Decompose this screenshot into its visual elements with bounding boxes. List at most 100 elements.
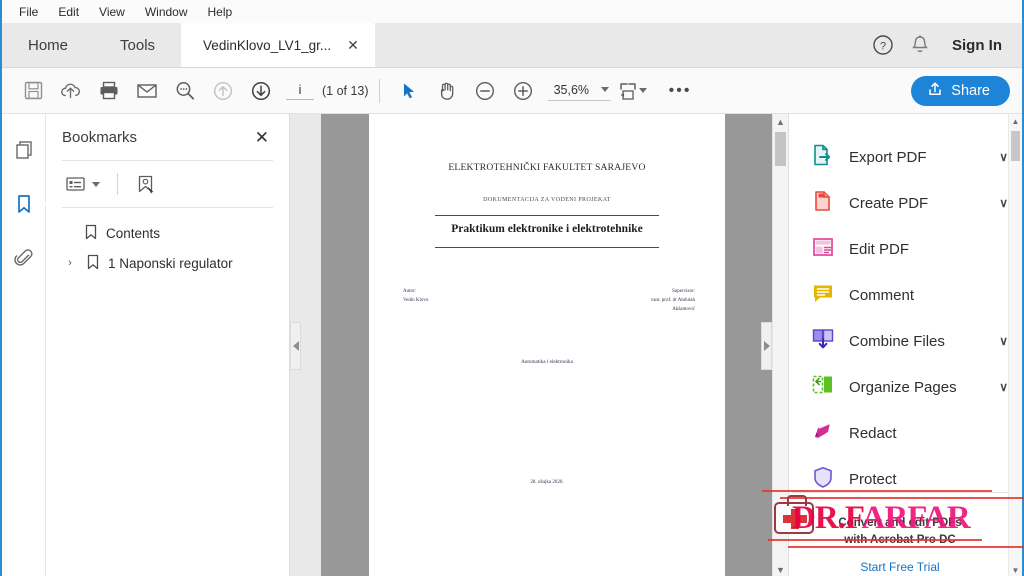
tool-redact[interactable]: Redact — [789, 410, 1022, 456]
bookmark-label: Contents — [106, 225, 161, 241]
doc-supervisor-label: Supervisor: — [671, 289, 695, 294]
doc-credits: Autor: Vedin Klovo Supervisor: vanr. pro… — [403, 288, 695, 314]
scrollbar-thumb[interactable] — [775, 132, 786, 166]
page-canvas: ELEKTROTEHNIČKI FAKULTET SARAJEVO DOKUME… — [321, 114, 772, 576]
tool-create-pdf[interactable]: Create PDF ∨ — [789, 180, 1022, 226]
create-pdf-icon — [811, 189, 835, 218]
scroll-up-icon[interactable]: ▲ — [1009, 114, 1022, 129]
next-page-icon[interactable] — [242, 74, 280, 108]
bell-icon[interactable] — [910, 34, 930, 56]
collapse-left-panel-button[interactable] — [290, 322, 301, 370]
promo-banner: Convert and edit PDFs with Acrobat Pro D… — [792, 492, 1008, 574]
edit-pdf-icon — [811, 235, 835, 264]
share-button[interactable]: Share — [911, 75, 1010, 106]
search-icon[interactable] — [166, 74, 204, 108]
tool-organize-pages[interactable]: Organize Pages ∨ — [789, 364, 1022, 410]
chevron-down-icon[interactable]: ∨ — [999, 150, 1008, 164]
select-tool-icon[interactable] — [390, 74, 428, 108]
new-bookmark-icon[interactable] — [132, 171, 160, 197]
zoom-out-icon[interactable] — [466, 74, 504, 108]
start-free-trial-link[interactable]: Start Free Trial — [792, 560, 1008, 574]
menu-view[interactable]: View — [90, 2, 134, 22]
page-thumbnails-icon[interactable] — [7, 134, 41, 166]
chevron-down-icon[interactable]: ∨ — [999, 196, 1008, 210]
email-icon[interactable] — [128, 74, 166, 108]
sign-in-button[interactable]: Sign In — [946, 33, 1008, 58]
fit-page-chevron-icon[interactable] — [639, 88, 648, 93]
vertical-scrollbar[interactable]: ▲ ▼ — [772, 114, 788, 576]
tool-comment[interactable]: Comment — [789, 272, 1022, 318]
chevron-down-icon[interactable]: ∨ — [999, 334, 1008, 348]
chevron-down-icon — [92, 181, 100, 187]
triangle-right-icon — [763, 341, 770, 351]
zoom-in-icon[interactable] — [504, 74, 542, 108]
scroll-down-icon[interactable]: ▼ — [773, 562, 788, 576]
zoom-level-value: 35,6% — [553, 82, 590, 97]
bookmarks-header: Bookmarks ✕ — [62, 114, 273, 160]
promo-text: Convert and edit PDFs with Acrobat Pro D… — [792, 493, 1008, 548]
organize-pages-icon — [811, 373, 835, 402]
tools-scrollbar[interactable]: ▲ ▼ — [1008, 114, 1022, 576]
tool-label: Create PDF — [849, 194, 929, 212]
page-number-input[interactable] — [286, 81, 314, 100]
combine-files-icon — [811, 327, 835, 356]
menu-help[interactable]: Help — [199, 2, 242, 22]
tab-strip: Home Tools VedinKlovo_LV1_gr... ✕ ? Sign… — [2, 23, 1022, 68]
doc-supervisor-block: Supervisor: vanr. prof. dr Abdulah Akšam… — [651, 288, 695, 314]
zoom-level-dropdown[interactable]: 35,6% — [547, 81, 612, 101]
tool-label: Edit PDF — [849, 240, 910, 258]
more-tools-icon[interactable]: ••• — [661, 74, 699, 108]
menu-bar: File Edit View Window Help — [2, 0, 1022, 24]
close-icon[interactable]: ✕ — [343, 36, 363, 54]
save-to-cloud-icon[interactable] — [52, 74, 90, 108]
tab-tools[interactable]: Tools — [94, 23, 182, 67]
tool-label: Comment — [849, 286, 915, 304]
doc-rule-top — [435, 215, 659, 216]
tab-home[interactable]: Home — [2, 23, 95, 67]
hand-tool-icon[interactable] — [428, 74, 466, 108]
page-count-label: (1 of 13) — [322, 83, 369, 98]
scrollbar-thumb[interactable] — [1011, 131, 1020, 161]
bookmark-item-naponski-regulator[interactable]: › 1 Naponski regulator — [62, 248, 273, 278]
svg-text:?: ? — [880, 41, 886, 53]
bookmark-item-contents[interactable]: Contents — [62, 218, 273, 248]
menu-file[interactable]: File — [10, 2, 47, 22]
doc-department: Automatika i elektronika — [521, 359, 573, 366]
tool-label: Redact — [849, 424, 897, 442]
tab-document-label: VedinKlovo_LV1_gr... — [203, 37, 332, 53]
scroll-up-icon[interactable]: ▲ — [773, 114, 788, 130]
menu-edit[interactable]: Edit — [49, 2, 88, 22]
doc-author-name: Vedin Klovo — [403, 297, 429, 303]
save-icon[interactable] — [14, 74, 52, 108]
bookmark-label: 1 Naponski regulator — [108, 255, 233, 271]
document-viewer[interactable]: ELEKTROTEHNIČKI FAKULTET SARAJEVO DOKUME… — [290, 114, 788, 576]
promo-line-2: with Acrobat Pro DC — [844, 533, 956, 546]
toolbar-divider — [378, 78, 380, 103]
tool-label: Organize Pages — [849, 378, 957, 396]
tab-document[interactable]: VedinKlovo_LV1_gr... ✕ — [181, 23, 375, 67]
collapse-right-panel-button[interactable] — [761, 322, 772, 370]
chevron-right-icon[interactable]: › — [62, 257, 78, 269]
attachments-icon[interactable] — [7, 242, 41, 274]
bookmark-options-icon[interactable] — [62, 172, 103, 196]
tool-label: Export PDF — [849, 148, 927, 166]
bookmarks-toolbar — [62, 161, 273, 207]
triangle-left-icon — [292, 341, 299, 351]
help-icon[interactable]: ? — [872, 34, 894, 56]
chevron-down-icon — [601, 87, 610, 92]
tool-edit-pdf[interactable]: Edit PDF — [789, 226, 1022, 272]
previous-page-icon[interactable] — [204, 74, 242, 108]
tool-combine-files[interactable]: Combine Files ∨ — [789, 318, 1022, 364]
scroll-down-icon[interactable]: ▼ — [1009, 563, 1022, 576]
doc-author-block: Autor: Vedin Klovo — [403, 288, 428, 314]
chevron-down-icon[interactable]: ∨ — [999, 380, 1008, 394]
bookmarks-title: Bookmarks — [62, 128, 138, 146]
print-icon[interactable] — [90, 74, 128, 108]
close-icon[interactable]: ✕ — [251, 127, 273, 148]
tool-export-pdf[interactable]: Export PDF ∨ — [789, 134, 1022, 180]
redact-icon — [811, 419, 835, 448]
bookmarks-icon[interactable] — [7, 188, 41, 220]
protect-icon — [811, 465, 835, 494]
menu-window[interactable]: Window — [136, 2, 197, 22]
acrobat-window: File Edit View Window Help Home Tools Ve… — [0, 0, 1024, 576]
